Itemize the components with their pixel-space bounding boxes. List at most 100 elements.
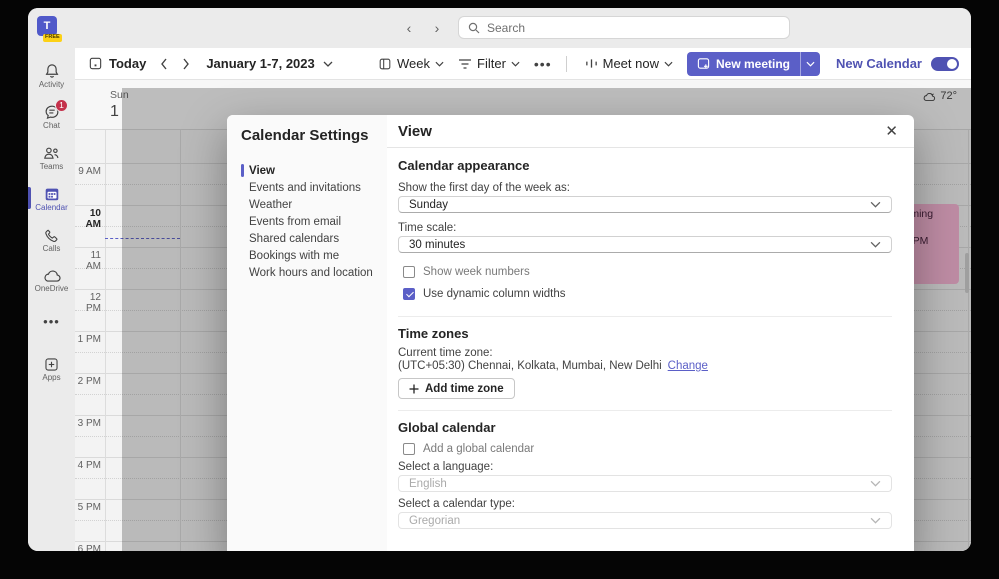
sidebar-item-label: OneDrive <box>34 283 69 293</box>
sidebar-item-label: Calendar <box>35 203 68 212</box>
calendar-type-select[interactable]: Gregorian <box>398 512 892 529</box>
calendar-toolbar: Today January 1-7, 2023 Week Filter ••• … <box>75 48 971 80</box>
section-divider <box>398 410 892 411</box>
chevron-down-icon <box>870 517 881 524</box>
plus-icon <box>409 384 419 394</box>
time-scale-select[interactable]: 30 minutes <box>398 236 892 253</box>
grid-column-line <box>105 130 106 551</box>
show-week-numbers-row: Show week numbers <box>403 266 892 278</box>
settings-nav-view[interactable]: View <box>241 162 387 179</box>
settings-nav-shared-calendars[interactable]: Shared calendars <box>241 230 387 247</box>
sidebar-item-label: Apps <box>42 372 61 382</box>
teams-window: T FREE ‹ › Search Activity 1 Chat Teams … <box>28 8 971 551</box>
apps-icon <box>43 356 60 373</box>
phone-icon <box>43 227 60 244</box>
change-time-zone-link[interactable]: Change <box>668 360 708 372</box>
title-bar: T FREE ‹ › Search <box>28 8 971 48</box>
toolbar-divider <box>565 55 567 72</box>
time-label: 6 PM <box>77 544 101 551</box>
sidebar-more-button[interactable]: ••• <box>28 302 75 341</box>
settings-nav-bookings[interactable]: Bookings with me <box>241 247 387 264</box>
panel-title: View <box>398 122 432 140</box>
language-label: Select a language: <box>398 461 494 473</box>
time-label: 10 AM <box>85 208 101 230</box>
chevron-down-icon <box>870 241 881 248</box>
week-view-icon <box>378 57 392 71</box>
add-time-zone-button[interactable]: Add time zone <box>398 378 515 399</box>
teams-logo-icon: T <box>37 16 57 36</box>
first-day-value: Sunday <box>409 198 449 211</box>
chat-unread-badge: 1 <box>55 99 68 112</box>
sidebar-item-chat[interactable]: 1 Chat <box>28 97 75 136</box>
settings-nav-events-from-email[interactable]: Events from email <box>241 213 387 230</box>
dynamic-columns-checkbox[interactable] <box>403 288 415 300</box>
time-scale-value: 30 minutes <box>409 238 466 251</box>
first-day-label: Show the first day of the week as: <box>398 182 570 194</box>
appearance-heading: Calendar appearance <box>398 158 530 173</box>
sidebar-item-label: Activity <box>38 80 65 89</box>
close-icon[interactable]: ✕ <box>885 124 898 139</box>
global-calendar-row: Add a global calendar <box>403 443 892 455</box>
settings-nav: Calendar Settings View Events and invita… <box>227 115 387 551</box>
show-week-numbers-label: Show week numbers <box>423 266 530 278</box>
time-label: 9 AM <box>78 166 101 177</box>
settings-nav-weather[interactable]: Weather <box>241 196 387 213</box>
history-forward-button[interactable]: › <box>428 18 446 38</box>
time-label: 1 PM <box>77 334 101 345</box>
sidebar-item-label: Teams <box>39 162 64 171</box>
show-week-numbers-checkbox[interactable] <box>403 266 415 278</box>
global-calendar-checkbox[interactable] <box>403 443 415 455</box>
calendar-add-icon <box>697 57 710 70</box>
new-meeting-button[interactable]: New meeting <box>687 52 800 76</box>
chevron-down-icon <box>870 480 881 487</box>
sidebar-item-apps[interactable]: Apps <box>28 349 75 388</box>
view-switcher-week[interactable]: Week <box>378 56 444 71</box>
history-back-button[interactable]: ‹ <box>400 18 418 38</box>
filter-label: Filter <box>477 56 506 71</box>
language-select[interactable]: English <box>398 475 892 492</box>
new-meeting-split-button: New meeting <box>687 51 821 76</box>
current-time-zone-value: (UTC+05:30) Chennai, Kolkata, Mumbai, Ne… <box>398 360 662 372</box>
sidebar-item-label: Calls <box>42 243 61 253</box>
current-time-zone-label: Current time zone: <box>398 347 493 359</box>
today-button[interactable]: Today <box>88 56 146 71</box>
section-divider <box>398 316 892 317</box>
new-calendar-label: New Calendar <box>836 56 922 71</box>
new-meeting-dropdown-button[interactable] <box>801 52 820 76</box>
settings-nav-work-hours[interactable]: Work hours and location <box>241 264 387 281</box>
calendar-type-value: Gregorian <box>409 514 461 527</box>
new-calendar-toggle[interactable] <box>931 56 959 71</box>
people-icon <box>42 144 61 162</box>
sidebar-item-activity[interactable]: Activity <box>28 56 75 95</box>
teams-free-badge: FREE <box>43 34 62 42</box>
app-sidebar: Activity 1 Chat Teams Calendar Calls One… <box>28 48 75 551</box>
settings-nav-events-invitations[interactable]: Events and invitations <box>241 179 387 196</box>
time-label: 12 PM <box>86 292 101 314</box>
search-icon <box>468 22 480 34</box>
search-input[interactable]: Search <box>458 16 790 39</box>
meet-now-button[interactable]: Meet now <box>585 56 673 71</box>
time-label: 3 PM <box>77 418 101 429</box>
filter-button[interactable]: Filter <box>458 56 520 71</box>
calendar-icon <box>43 185 61 203</box>
chevron-down-icon <box>664 61 673 67</box>
time-label: 5 PM <box>77 502 101 513</box>
first-day-select[interactable]: Sunday <box>398 196 892 213</box>
time-label: 2 PM <box>77 376 101 387</box>
cloud-icon <box>42 269 62 284</box>
chevron-down-icon <box>435 61 444 67</box>
sidebar-item-teams[interactable]: Teams <box>28 138 75 177</box>
prev-week-button[interactable] <box>160 58 168 70</box>
meet-now-label: Meet now <box>602 56 659 71</box>
toolbar-more-button[interactable]: ••• <box>534 56 552 72</box>
time-label: 11 AM <box>86 250 101 272</box>
sidebar-item-calls[interactable]: Calls <box>28 220 75 259</box>
date-range-label[interactable]: January 1-7, 2023 <box>206 56 314 71</box>
date-range-chevron-icon[interactable] <box>323 61 333 67</box>
global-calendar-label: Add a global calendar <box>423 443 535 455</box>
filter-icon <box>458 58 472 70</box>
sidebar-item-calendar[interactable]: Calendar <box>28 179 75 218</box>
next-week-button[interactable] <box>182 58 190 70</box>
global-calendar-heading: Global calendar <box>398 420 496 435</box>
sidebar-item-onedrive[interactable]: OneDrive <box>28 261 75 300</box>
